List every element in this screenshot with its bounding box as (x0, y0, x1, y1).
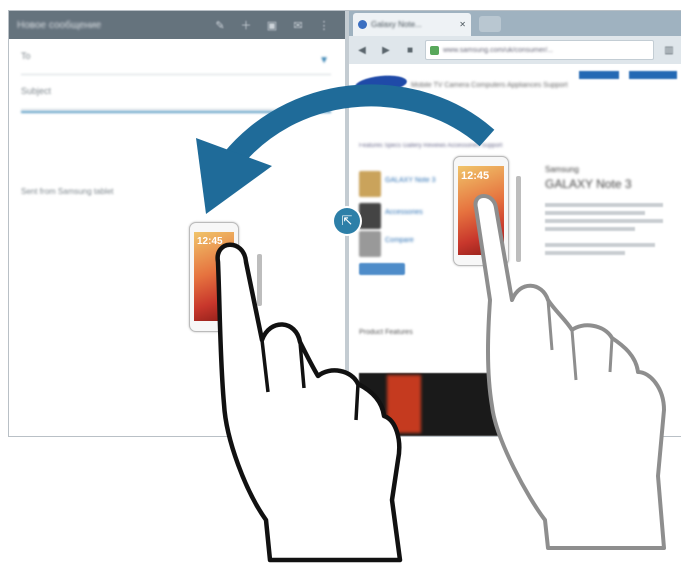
gesture-overlay (196, 84, 666, 563)
hand-right-icon (473, 194, 666, 550)
hand-left-icon (215, 242, 403, 563)
drag-arrow-icon (223, 84, 495, 168)
